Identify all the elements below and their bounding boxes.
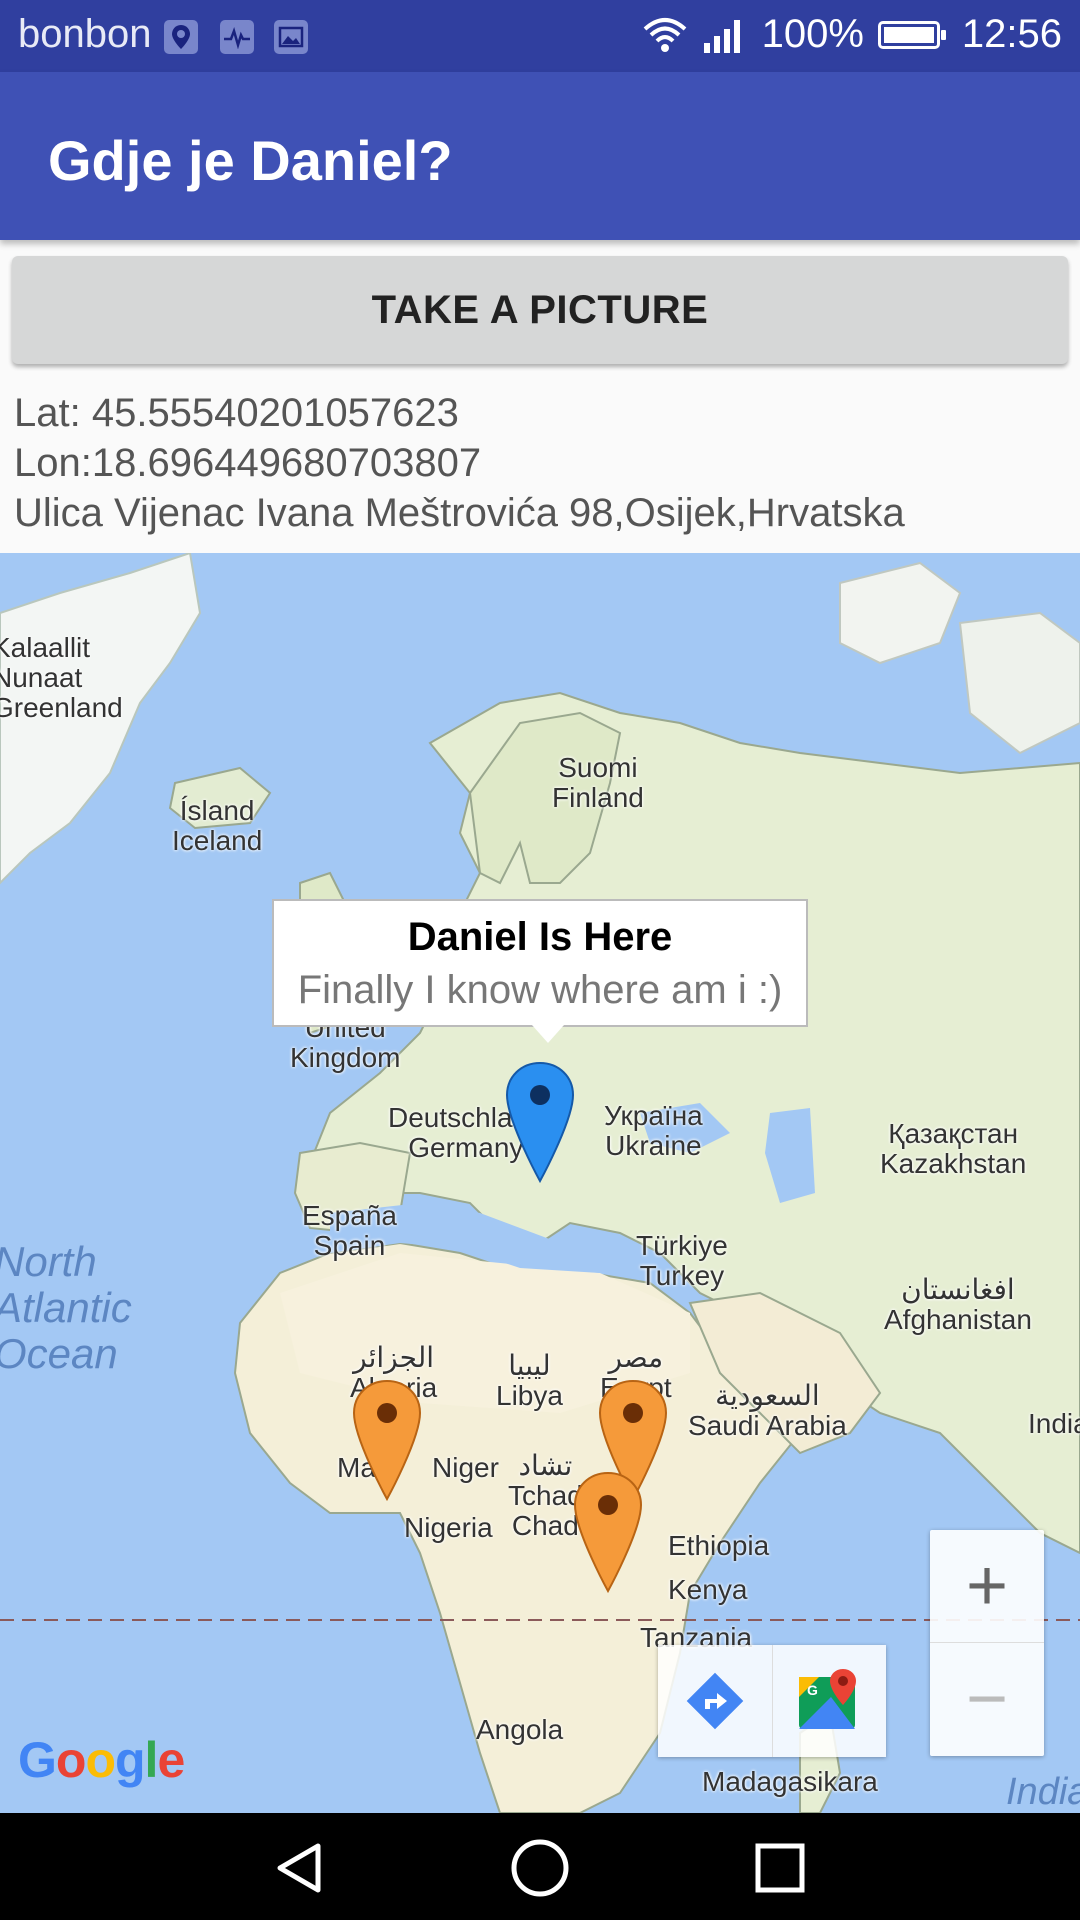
google-logo: Google bbox=[18, 1732, 185, 1788]
svg-text:G: G bbox=[807, 1682, 818, 1698]
label-niger: Niger bbox=[432, 1452, 499, 1483]
battery-icon bbox=[877, 20, 946, 49]
label-spain: España Spain bbox=[302, 1200, 397, 1261]
latitude-text: Lat: 45.55540201057623 bbox=[14, 391, 459, 435]
battery-percent: 100% bbox=[761, 12, 864, 56]
back-icon bbox=[277, 1843, 321, 1893]
home-icon bbox=[511, 1839, 569, 1897]
label-saudi: السعودية Saudi Arabia bbox=[688, 1380, 847, 1441]
label-atlantic: North Atlantic Ocean bbox=[0, 1238, 132, 1377]
label-iceland: Ísland Iceland bbox=[172, 795, 263, 856]
zoom-in-button[interactable]: + bbox=[930, 1530, 1044, 1642]
info-window-snippet: Finally I know where am i :) bbox=[297, 968, 783, 1012]
address-text: Ulica Vijenac Ivana Meštrovića 98,Osijek… bbox=[14, 491, 905, 535]
mali-marker[interactable] bbox=[352, 1379, 422, 1503]
map-view[interactable]: Kalaallit Nunaat Greenland Suomi Finland… bbox=[0, 553, 1080, 1813]
label-nigeria: Nigeria bbox=[404, 1512, 493, 1543]
signal-icon bbox=[703, 19, 740, 53]
central-africa-marker[interactable] bbox=[573, 1471, 643, 1595]
image-icon bbox=[274, 20, 308, 54]
label-india: India bbox=[1028, 1408, 1080, 1439]
back-button[interactable] bbox=[265, 1833, 335, 1903]
app-title: Gdje je Daniel? bbox=[48, 129, 453, 192]
carrier-name: bonbon bbox=[18, 12, 152, 56]
info-window-title: Daniel Is Here bbox=[407, 915, 673, 959]
label-kazakhstan: Қазақстан Kazakhstan bbox=[880, 1118, 1027, 1179]
map-toolbar: G bbox=[658, 1645, 886, 1757]
app-bar: Gdje je Daniel? bbox=[0, 72, 1080, 240]
label-ukraine: Україна Ukraine bbox=[604, 1100, 703, 1161]
label-afghanistan: افغانستان Afghanistan bbox=[884, 1274, 1032, 1335]
status-right: 100% 12:56 bbox=[642, 12, 1062, 57]
label-angola: Angola bbox=[476, 1714, 564, 1745]
directions-icon bbox=[686, 1672, 744, 1730]
info-window-tail bbox=[532, 1025, 564, 1043]
label-greenland: Kalaallit Nunaat Greenland bbox=[0, 632, 123, 723]
location-icon bbox=[164, 20, 198, 54]
info-window[interactable]: Daniel Is Here Finally I know where am i… bbox=[272, 899, 808, 1043]
longitude-text: Lon:18.696449680703807 bbox=[14, 441, 482, 485]
label-ethiopia: Ethiopia bbox=[668, 1530, 770, 1561]
take-picture-button[interactable]: TAKE A PICTURE bbox=[12, 256, 1068, 364]
label-kenya: Kenya bbox=[668, 1574, 748, 1605]
health-icon bbox=[220, 20, 254, 54]
daniel-marker[interactable] bbox=[505, 1061, 575, 1185]
label-libya: ليبيا Libya bbox=[496, 1350, 563, 1411]
recents-icon bbox=[755, 1843, 805, 1893]
label-chad: تشاد Tchad Chad bbox=[508, 1450, 583, 1541]
label-turkey: Türkiye Turkey bbox=[636, 1230, 728, 1291]
zoom-out-button[interactable]: − bbox=[930, 1642, 1044, 1755]
label-indian-ocean: India bbox=[1006, 1771, 1080, 1813]
google-maps-icon: G bbox=[799, 1669, 857, 1729]
wifi-icon bbox=[643, 17, 686, 52]
zoom-controls: + − bbox=[930, 1530, 1044, 1756]
home-button[interactable] bbox=[505, 1833, 575, 1903]
recents-button[interactable] bbox=[745, 1833, 815, 1903]
status-bar: bonbon 100% 12:56 bbox=[0, 0, 1080, 72]
label-madagascar: Madagasikara bbox=[702, 1766, 878, 1797]
location-info: Lat: 45.55540201057623 Lon:18.6964496807… bbox=[14, 388, 905, 538]
navigation-bar bbox=[0, 1813, 1080, 1920]
clock: 12:56 bbox=[961, 12, 1062, 56]
open-in-maps-button[interactable]: G bbox=[771, 1645, 887, 1757]
directions-button[interactable] bbox=[658, 1645, 772, 1757]
label-finland: Suomi Finland bbox=[552, 752, 644, 813]
